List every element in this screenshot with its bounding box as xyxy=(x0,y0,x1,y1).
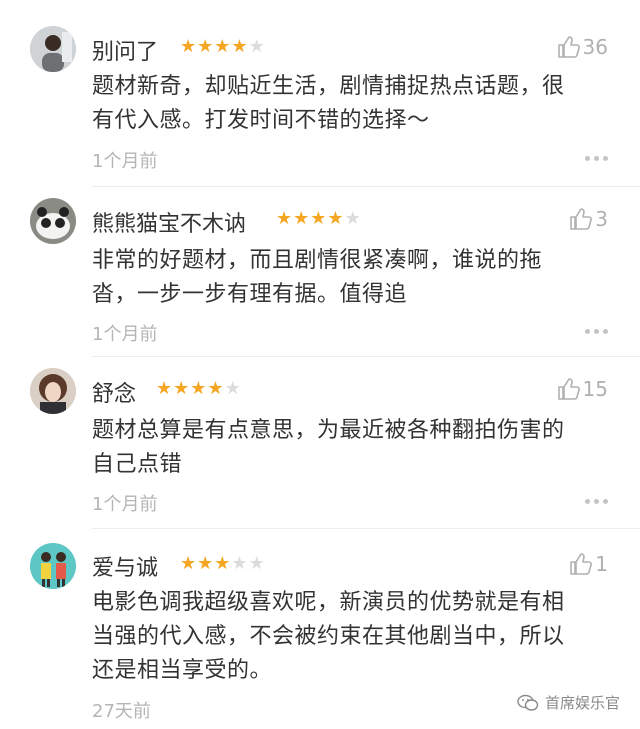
star-icon: ★ xyxy=(224,378,241,399)
star-icon: ★ xyxy=(248,36,265,57)
comment-line: 电影色调我超级喜欢呢，新演员的优势就是有相 xyxy=(92,590,565,615)
username[interactable]: 别问了 xyxy=(92,34,158,66)
username[interactable]: 熊熊猫宝不木讷 xyxy=(92,206,246,238)
star-icon: ★ xyxy=(156,378,173,399)
star-icon: ★ xyxy=(344,208,361,229)
like-count: 3 xyxy=(595,207,608,231)
like-button[interactable]: 1 xyxy=(567,551,608,577)
star-icon: ★ xyxy=(327,208,344,229)
like-button[interactable]: 36 xyxy=(555,34,608,60)
comment-line: 自己点错 xyxy=(92,452,183,477)
star-icon: ★ xyxy=(214,36,231,57)
watermark-text: 首席娱乐官 xyxy=(544,694,620,712)
star-icon: ★ xyxy=(293,208,310,229)
comment-line: 有代入感。打发时间不错的选择～ xyxy=(92,108,430,133)
star-icon: ★ xyxy=(276,208,293,229)
timestamp: 1个月前 xyxy=(92,151,158,172)
avatar[interactable] xyxy=(30,368,76,414)
divider xyxy=(92,356,640,357)
timestamp: 1个月前 xyxy=(92,494,158,515)
star-icon: ★ xyxy=(173,378,190,399)
star-icon: ★ xyxy=(231,553,248,574)
comment-line: 题材新奇，却贴近生活，剧情捕捉热点话题，很 xyxy=(92,74,565,99)
like-count: 15 xyxy=(582,377,608,401)
more-dots-icon[interactable] xyxy=(585,499,608,504)
star-icon: ★ xyxy=(190,378,207,399)
star-icon: ★ xyxy=(231,36,248,57)
timestamp: 27天前 xyxy=(92,701,151,722)
comment-line: 沓，一步一步有理有据。值得追 xyxy=(92,282,408,307)
divider xyxy=(92,528,640,529)
thumbs-up-icon xyxy=(557,378,580,400)
star-icon: ★ xyxy=(310,208,327,229)
like-count: 36 xyxy=(582,35,608,59)
avatar[interactable] xyxy=(30,543,76,589)
thumbs-up-icon xyxy=(570,208,593,230)
comment-text: 电影色调我超级喜欢呢，新演员的优势就是有相 当强的代入感，不会被约束在其他剧当中… xyxy=(92,586,602,688)
star-icon: ★ xyxy=(207,378,224,399)
watermark: 首席娱乐官 xyxy=(517,692,620,713)
rating-stars: ★ ★ ★ ★ ★ xyxy=(180,555,265,573)
comment-text: 非常的好题材，而且剧情很紧凑啊，谁说的拖 沓，一步一步有理有据。值得追 xyxy=(92,244,602,312)
rating-stars: ★ ★ ★ ★ ★ xyxy=(156,380,241,398)
thumbs-up-icon xyxy=(557,36,580,58)
rating-stars: ★ ★ ★ ★ ★ xyxy=(180,38,265,56)
avatar[interactable] xyxy=(30,198,76,244)
comment-text: 题材新奇，却贴近生活，剧情捕捉热点话题，很 有代入感。打发时间不错的选择～ xyxy=(92,70,602,138)
star-icon: ★ xyxy=(180,36,197,57)
like-button[interactable]: 3 xyxy=(567,206,608,232)
comment-line: 非常的好题材，而且剧情很紧凑啊，谁说的拖 xyxy=(92,248,543,273)
rating-stars: ★ ★ ★ ★ ★ xyxy=(276,210,361,228)
more-dots-icon[interactable] xyxy=(585,329,608,334)
timestamp: 1个月前 xyxy=(92,324,158,345)
like-count: 1 xyxy=(595,552,608,576)
star-icon: ★ xyxy=(197,36,214,57)
more-dots-icon[interactable] xyxy=(585,156,608,161)
like-button[interactable]: 15 xyxy=(555,376,608,402)
star-icon: ★ xyxy=(180,553,197,574)
divider xyxy=(92,186,640,187)
avatar[interactable] xyxy=(30,26,76,72)
username[interactable]: 爱与诚 xyxy=(92,550,158,582)
star-icon: ★ xyxy=(197,553,214,574)
star-icon: ★ xyxy=(248,553,265,574)
username[interactable]: 舒念 xyxy=(92,376,136,408)
comment-line: 题材总算是有点意思，为最近被各种翻拍伤害的 xyxy=(92,418,565,443)
wechat-icon xyxy=(517,694,539,711)
comment-line: 还是相当享受的。 xyxy=(92,658,273,683)
thumbs-up-icon xyxy=(570,553,593,575)
star-icon: ★ xyxy=(214,553,231,574)
comment-line: 当强的代入感，不会被约束在其他剧当中，所以 xyxy=(92,624,565,649)
comment-text: 题材总算是有点意思，为最近被各种翻拍伤害的 自己点错 xyxy=(92,414,602,482)
